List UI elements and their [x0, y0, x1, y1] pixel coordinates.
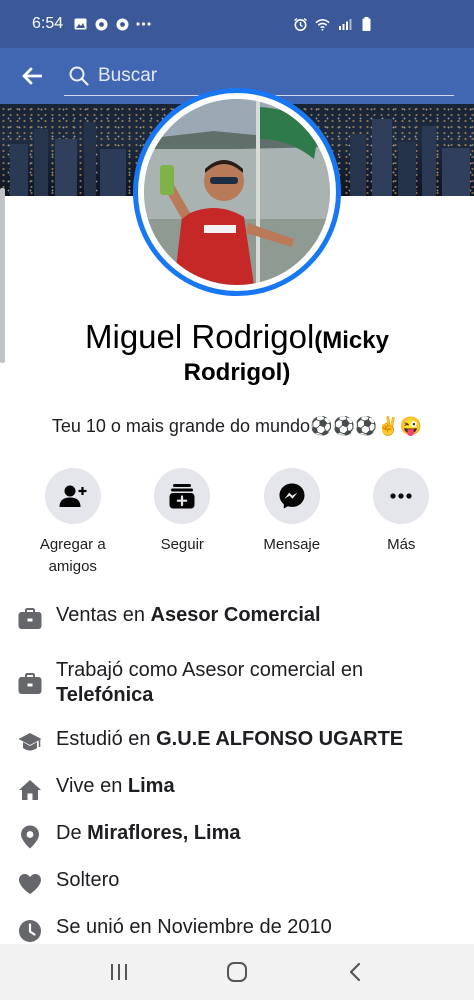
wifi-icon	[315, 17, 330, 31]
detail-bold: Telefónica	[56, 684, 154, 706]
message-button[interactable]: Mensaje	[237, 468, 347, 578]
profile-alias-open: (Micky	[314, 327, 389, 354]
detail-work-past[interactable]: Trabajó como Asesor comercial en Telefóni…	[18, 658, 458, 708]
detail-text: Se unió en Noviembre de 2010	[56, 916, 332, 938]
search-icon	[69, 66, 89, 86]
avatar	[144, 99, 330, 285]
messenger-icon	[279, 483, 305, 509]
chrome-icon	[115, 17, 130, 31]
briefcase-icon	[18, 672, 42, 696]
graduation-cap-icon	[18, 731, 42, 755]
home-icon	[18, 778, 42, 802]
follow-button[interactable]: Seguir	[128, 468, 238, 578]
avatar-photo-illustration	[144, 99, 330, 285]
search-input[interactable]	[98, 64, 454, 87]
follow-label: Seguir	[160, 536, 204, 553]
detail-text: Soltero	[56, 869, 120, 891]
status-notification-icons	[73, 17, 151, 31]
recent-apps-icon	[111, 964, 127, 980]
chrome-icon	[94, 17, 109, 31]
message-label: Mensaje	[263, 536, 321, 553]
detail-text: De	[56, 822, 88, 844]
more-label: Más	[387, 536, 416, 553]
back-arrow-icon	[22, 67, 42, 85]
profile-name-main: Miguel Rodrigol	[85, 318, 315, 355]
home-button[interactable]	[212, 952, 262, 992]
more-icon	[390, 493, 412, 499]
briefcase-icon	[18, 607, 42, 631]
profile-alias-close: Rodrigol)	[183, 359, 291, 386]
detail-text: Ventas en	[56, 604, 151, 626]
add-friend-button[interactable]: Agregar a amigos	[18, 468, 128, 578]
status-system-icons	[293, 17, 460, 31]
back-button[interactable]	[0, 48, 64, 104]
detail-work-current[interactable]: Ventas en Asesor Comercial	[18, 604, 321, 631]
detail-bold: Miraflores, Lima	[87, 822, 241, 844]
status-bar: 6:54	[0, 0, 474, 48]
profile-bio: Teu 10 o mais grande do mundo⚽⚽⚽✌😜	[51, 416, 423, 436]
more-button[interactable]: Más	[347, 468, 457, 578]
detail-bold: Lima	[127, 775, 175, 797]
detail-education[interactable]: Estudió en G.U.E ALFONSO UGARTE	[18, 728, 403, 755]
detail-text: Vive en	[56, 775, 128, 797]
detail-joined[interactable]: Se unió en Noviembre de 2010	[18, 916, 332, 943]
heart-icon	[18, 872, 42, 896]
more-dots-icon	[136, 17, 151, 31]
profile-actions: Agregar a amigos Seguir Mensaje Más	[18, 468, 456, 578]
add-friend-label: Agregar a amigos	[39, 536, 106, 575]
detail-lives-in[interactable]: Vive en Lima	[18, 775, 175, 802]
follow-icon	[169, 484, 195, 509]
alarm-icon	[293, 17, 308, 31]
detail-text: Estudió en	[56, 728, 157, 750]
location-pin-icon	[18, 825, 42, 849]
recent-apps-button[interactable]	[94, 952, 144, 992]
system-nav-bar	[0, 944, 474, 1000]
back-nav-button[interactable]	[330, 952, 380, 992]
battery-icon	[359, 17, 374, 31]
add-friend-icon	[59, 485, 87, 507]
detail-bold: Asesor Comercial	[150, 604, 321, 626]
status-time: 6:54	[32, 15, 64, 32]
profile-picture[interactable]	[133, 88, 341, 296]
detail-relationship[interactable]: Soltero	[18, 869, 119, 896]
clock-icon	[18, 919, 42, 943]
detail-from[interactable]: De Miraflores, Lima	[18, 822, 241, 849]
image-icon	[73, 17, 88, 31]
detail-bold: G.U.E ALFONSO UGARTE	[156, 728, 404, 750]
home-button-icon	[227, 962, 247, 982]
profile-name: Miguel Rodrigol(Micky Rodrigol)	[0, 318, 474, 387]
signal-icon	[337, 17, 352, 31]
back-button-icon	[349, 962, 361, 982]
detail-text: Trabajó como Asesor comercial en	[56, 659, 364, 681]
